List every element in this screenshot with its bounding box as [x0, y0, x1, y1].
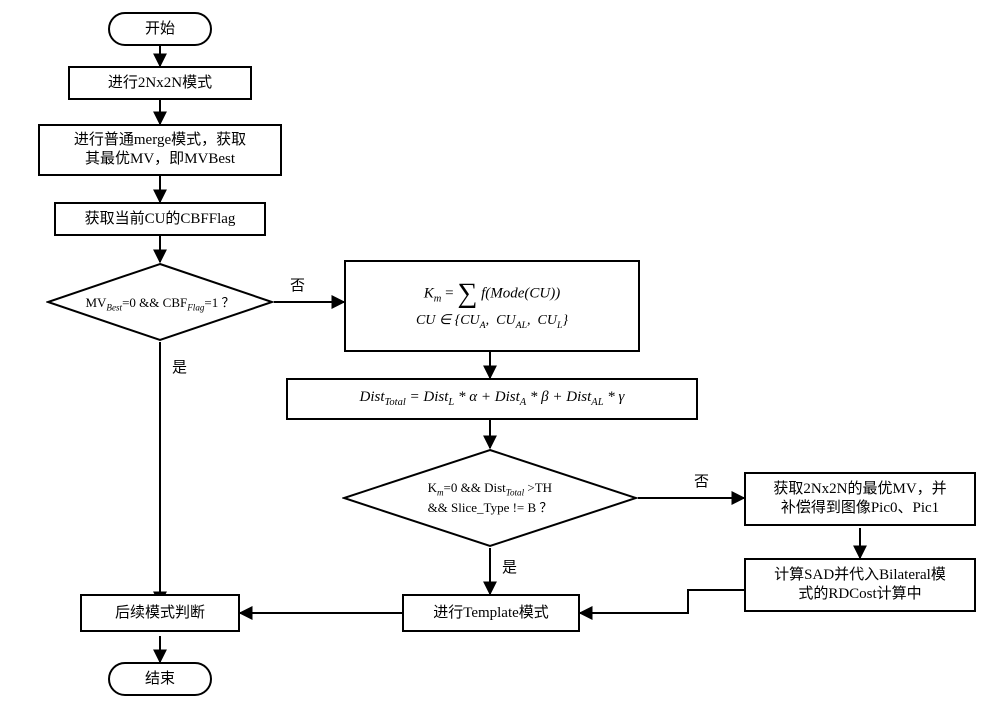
end-label: 结束: [145, 670, 175, 689]
end-terminator: 结束: [108, 662, 212, 696]
formula-km-content: Km = ∑ f(Mode(CU)) CU ∈ {CUA, CUAL, CUL}: [416, 280, 568, 332]
process-cbfflag-label: 获取当前CU的CBFFlag: [85, 210, 236, 229]
decision-km-dist-slice: Km=0 && DistTotal >TH && Slice_Type != B…: [342, 448, 638, 548]
km-sub: m: [434, 293, 442, 304]
process-template: 进行Template模式: [402, 594, 580, 632]
decision-1-text: MVBest=0 && CBFFlag=1 ？: [75, 292, 244, 313]
process-cbfflag: 获取当前CU的CBFFlag: [54, 202, 266, 236]
process-merge-label: 进行普通merge模式，获取 其最优MV，即MVBest: [74, 131, 246, 169]
process-get-2n-mv: 获取2Nx2N的最优MV，并 补偿得到图像Pic0、Pic1: [744, 472, 976, 526]
process-2nx2n: 进行2Nx2N模式: [68, 66, 252, 100]
km-eq: =: [445, 285, 457, 301]
start-terminator: 开始: [108, 12, 212, 46]
km-summand: f(Mode(CU)): [481, 285, 560, 301]
decision-mvbest-cbf: MVBest=0 && CBFFlag=1 ？: [46, 262, 274, 342]
formula-dist-text: DistTotal = DistL * α + DistA * β + Dist…: [360, 388, 625, 409]
process-template-label: 进行Template模式: [433, 604, 549, 623]
process-sad-bilateral: 计算SAD并代入Bilateral模 式的RDCost计算中: [744, 558, 976, 612]
start-label: 开始: [145, 20, 175, 39]
formula-km: Km = ∑ f(Mode(CU)) CU ∈ {CUA, CUAL, CUL}: [344, 260, 640, 352]
formula-dist: DistTotal = DistL * α + DistA * β + Dist…: [286, 378, 698, 420]
process-get-2n-mv-label: 获取2Nx2N的最优MV，并 补偿得到图像Pic0、Pic1: [773, 480, 946, 518]
edge-label-no-1: 否: [288, 274, 307, 295]
process-sad-label: 计算SAD并代入Bilateral模 式的RDCost计算中: [774, 566, 946, 604]
flowchart-canvas: 开始 进行2Nx2N模式 进行普通merge模式，获取 其最优MV，即MVBes…: [0, 0, 1000, 720]
process-merge: 进行普通merge模式，获取 其最优MV，即MVBest: [38, 124, 282, 176]
process-followup: 后续模式判断: [80, 594, 240, 632]
process-followup-label: 后续模式判断: [115, 604, 205, 623]
edge-label-yes-1: 是: [170, 356, 189, 377]
edge-label-yes-2: 是: [500, 556, 519, 577]
edge-label-no-2: 否: [692, 470, 711, 491]
km-K: K: [424, 285, 434, 301]
decision-2-text: Km=0 && DistTotal >TH && Slice_Type != B…: [418, 480, 563, 517]
process-2nx2n-label: 进行2Nx2N模式: [108, 74, 212, 93]
